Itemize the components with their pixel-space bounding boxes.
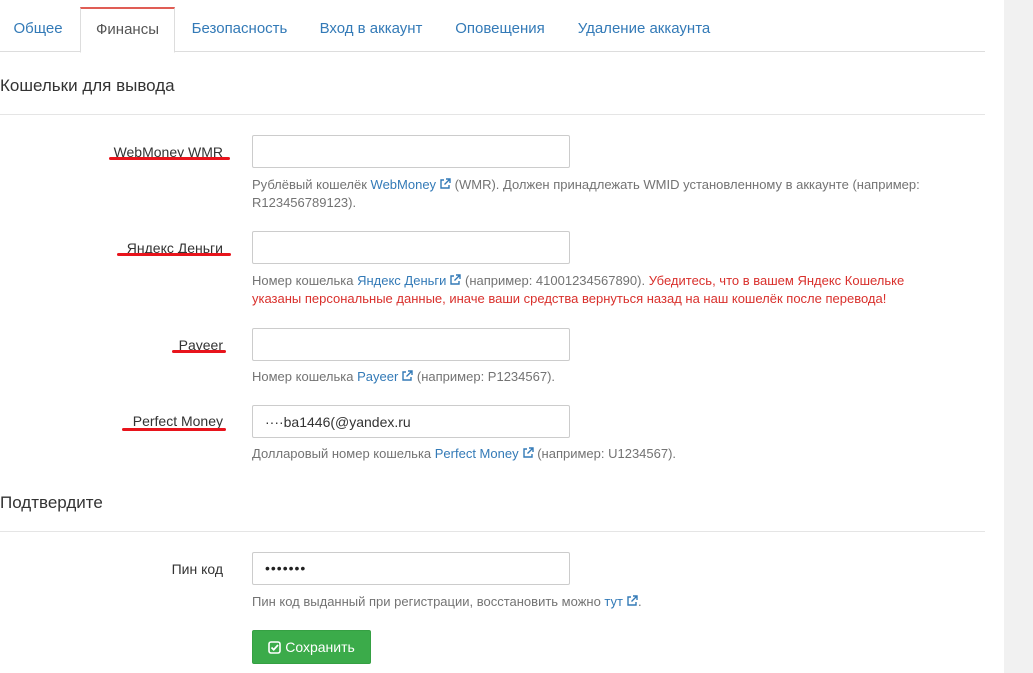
tab-finances[interactable]: Финансы bbox=[80, 7, 175, 53]
payeer-help: Номер кошелька Payeer (например: P123456… bbox=[252, 369, 556, 384]
annotation-underline bbox=[172, 350, 226, 353]
pin-restore-link[interactable]: тут bbox=[604, 594, 638, 609]
confirm-section-title: Подтвердите bbox=[0, 493, 103, 512]
wallets-section-title: Кошельки для вывода bbox=[0, 76, 175, 95]
annotation-underline bbox=[117, 253, 231, 256]
perfect-money-input[interactable] bbox=[252, 405, 570, 438]
external-link-icon bbox=[450, 274, 462, 285]
tab-delete-account[interactable]: Удаление аккаунта bbox=[564, 7, 724, 50]
perfect-money-label: Perfect Money bbox=[132, 413, 223, 429]
external-link-icon bbox=[440, 178, 451, 189]
pin-help: Пин код выданный при регистрации, восста… bbox=[252, 594, 642, 609]
tab-login[interactable]: Вход в аккаунт bbox=[306, 7, 436, 50]
save-button-label: Сохранить bbox=[285, 639, 355, 655]
section-divider bbox=[0, 114, 985, 115]
webmoney-link[interactable]: WebMoney bbox=[371, 177, 452, 192]
external-link-icon bbox=[522, 447, 534, 458]
webmoney-help: Рублёвый кошелёк WebMoney (WMR). Должен … bbox=[252, 177, 920, 210]
yandex-link[interactable]: Яндекс Деньги bbox=[357, 273, 462, 288]
webmoney-input[interactable] bbox=[252, 135, 570, 168]
tab-general[interactable]: Общее bbox=[0, 7, 76, 50]
annotation-underline bbox=[122, 428, 226, 431]
tab-security[interactable]: Безопасность bbox=[177, 7, 302, 50]
pin-input[interactable]: ••••••• bbox=[252, 552, 570, 585]
external-link-icon bbox=[402, 370, 413, 381]
page-scroll-gutter bbox=[1004, 0, 1033, 673]
payeer-input[interactable] bbox=[252, 328, 570, 361]
yandex-help: Номер кошелька Яндекс Деньги (например: … bbox=[252, 273, 905, 306]
annotation-underline bbox=[109, 157, 230, 160]
pin-label: Пин код bbox=[171, 561, 223, 577]
check-square-icon bbox=[268, 641, 282, 654]
payeer-link[interactable]: Payeer bbox=[357, 369, 413, 384]
perfect-money-help: Долларовый номер кошелька Perfect Money … bbox=[252, 446, 677, 461]
perfect-money-link[interactable]: Perfect Money bbox=[435, 446, 534, 461]
save-button[interactable]: Сохранить bbox=[252, 630, 371, 664]
settings-tabs: Общее Финансы Безопасность Вход в аккаун… bbox=[0, 0, 985, 53]
external-link-icon bbox=[627, 595, 638, 606]
yandex-input[interactable] bbox=[252, 231, 570, 264]
section-divider bbox=[0, 531, 985, 532]
tab-notifications[interactable]: Оповещения bbox=[440, 7, 560, 50]
